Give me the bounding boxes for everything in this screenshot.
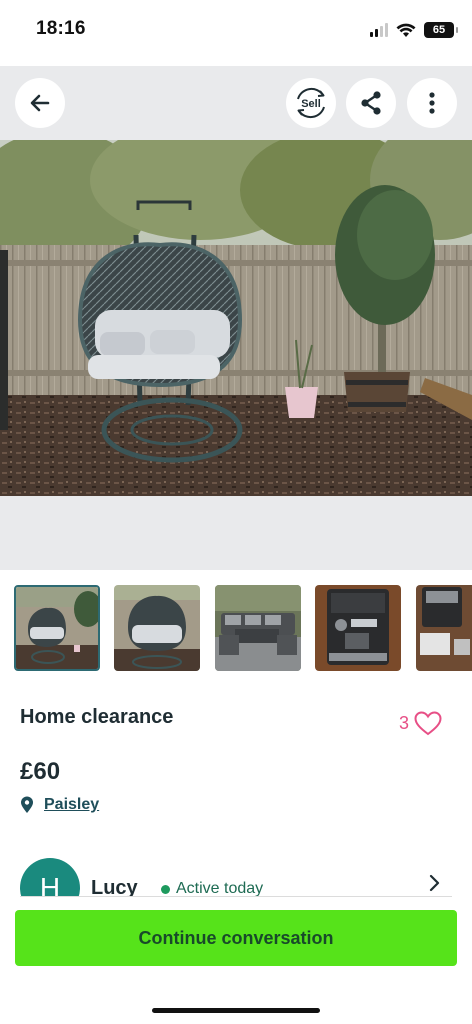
location-pin-icon bbox=[21, 796, 33, 813]
sell-label: Sell bbox=[301, 98, 321, 110]
more-vertical-icon bbox=[429, 92, 435, 114]
status-icons: 65 bbox=[370, 20, 458, 40]
chevron-right-icon[interactable] bbox=[428, 874, 442, 892]
favourite-button[interactable]: 3 bbox=[399, 711, 442, 736]
battery-icon: 65 bbox=[424, 22, 458, 38]
thumbnail-5[interactable] bbox=[416, 585, 472, 671]
favourite-count: 3 bbox=[398, 713, 409, 733]
share-icon bbox=[361, 91, 381, 115]
thumbnail-egg-chair bbox=[16, 587, 98, 669]
thumbnail-1[interactable] bbox=[14, 585, 100, 671]
continue-conversation-button[interactable]: Continue conversation bbox=[15, 910, 457, 966]
thumbnail-rattan-sofa bbox=[215, 585, 301, 671]
sell-button[interactable]: Sell bbox=[286, 78, 336, 128]
share-button[interactable] bbox=[346, 78, 396, 128]
listing-price: £60 bbox=[20, 758, 61, 785]
listing-title: Home clearance bbox=[20, 706, 174, 728]
photo-backdrop bbox=[0, 496, 472, 570]
status-time: 18:16 bbox=[36, 18, 86, 39]
signal-icon bbox=[370, 23, 388, 37]
avatar[interactable]: H bbox=[20, 858, 80, 898]
location-link[interactable]: Paisley bbox=[44, 796, 99, 814]
thumbnail-3[interactable] bbox=[215, 585, 301, 671]
more-options-button[interactable] bbox=[407, 78, 457, 128]
thumbnail-coffee-machine bbox=[315, 585, 401, 671]
header-bar: Sell bbox=[0, 66, 472, 140]
egg-chair-photo bbox=[0, 140, 472, 496]
thumbnail-coffee-accessories bbox=[416, 585, 472, 671]
battery-level: 65 bbox=[432, 24, 446, 36]
active-dot-icon bbox=[161, 884, 170, 894]
arrow-left-icon bbox=[30, 94, 50, 112]
thumbnail-4[interactable] bbox=[315, 585, 401, 671]
heart-icon bbox=[414, 711, 442, 736]
back-button[interactable] bbox=[15, 78, 65, 128]
home-indicator bbox=[152, 1008, 320, 1013]
listing-location[interactable]: Paisley bbox=[20, 796, 99, 814]
status-bar: 18:16 65 bbox=[0, 0, 472, 66]
thumbnail-strip[interactable] bbox=[14, 585, 472, 671]
main-listing-photo[interactable] bbox=[0, 140, 472, 496]
seller-row[interactable]: H Lucy Active today bbox=[20, 858, 452, 898]
wifi-icon bbox=[396, 23, 416, 37]
thumbnail-2[interactable] bbox=[114, 585, 200, 671]
thumbnail-egg-chair bbox=[114, 585, 200, 671]
sell-icon: Sell bbox=[297, 87, 325, 119]
seller-name: Lucy bbox=[91, 877, 138, 898]
